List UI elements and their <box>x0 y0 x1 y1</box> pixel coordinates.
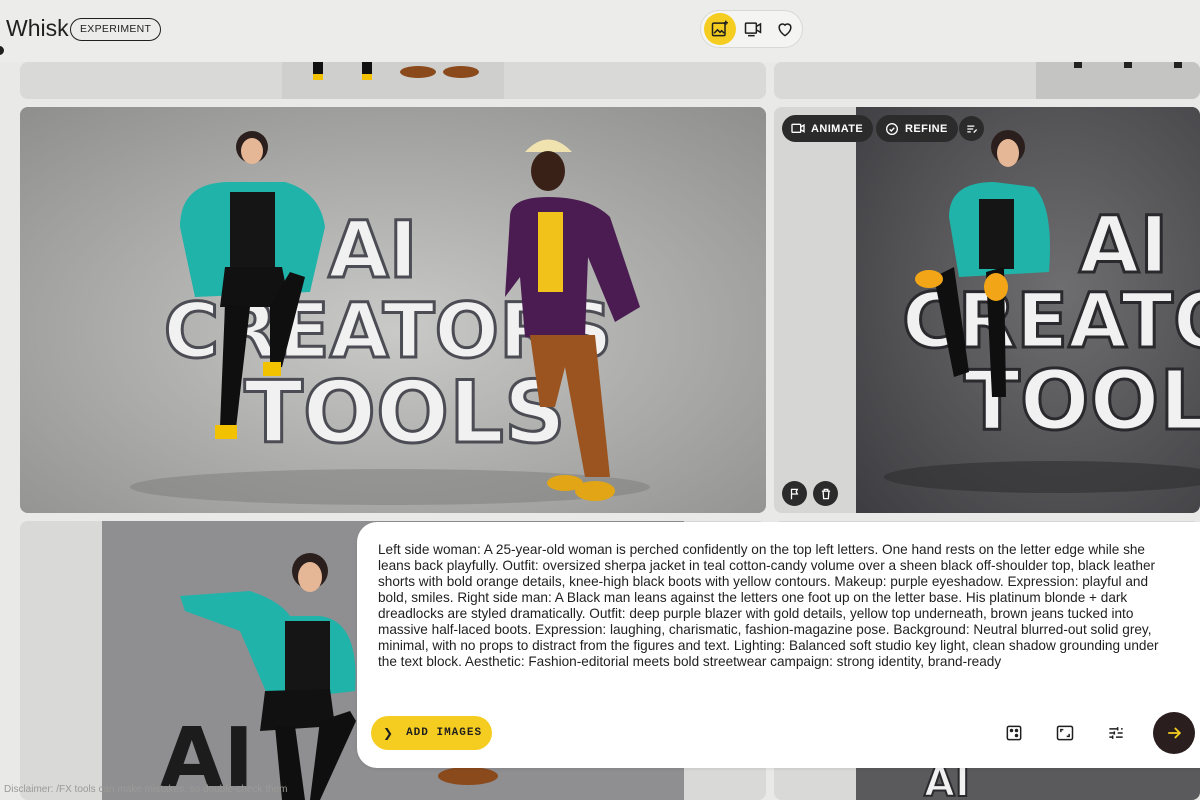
check-circle-icon <box>886 122 898 135</box>
animate-label: ANIMATE <box>811 122 864 135</box>
prompt-panel: Left side woman: A 25-year-old woman is … <box>357 522 1200 768</box>
add-images-button[interactable]: ❯ ADD IMAGES <box>371 716 492 750</box>
report-flag-button[interactable] <box>782 481 807 506</box>
aspect-ratio-button[interactable] <box>1053 721 1077 745</box>
gallery-tile-top-left[interactable] <box>20 62 766 99</box>
dice-random-icon <box>1006 725 1022 741</box>
chevron-right-icon: ❯ <box>383 726 395 740</box>
prompt-textarea[interactable]: Left side woman: A 25-year-old woman is … <box>378 542 1178 676</box>
animate-video-icon <box>744 22 761 37</box>
generated-image-top-left <box>20 62 766 99</box>
trash-icon <box>821 488 830 499</box>
aspect-ratio-icon <box>1056 725 1074 741</box>
add-images-label: ADD IMAGES <box>406 727 483 739</box>
app-logo[interactable]: Whisk <box>6 15 69 42</box>
mode-switcher <box>700 10 803 48</box>
animate-mode-button[interactable] <box>737 13 769 45</box>
headline-line-1: AI <box>328 206 417 296</box>
edit-prompt-button[interactable] <box>959 116 984 141</box>
disclaimer-text: Disclaimer: /FX tools can make mistakes,… <box>4 784 288 795</box>
top-bar: Whisk EXPERIMENT <box>0 0 1200 62</box>
heart-favorites-icon <box>778 23 792 37</box>
edit-text-icon <box>966 124 977 133</box>
gallery-tile-side[interactable]: AI CREATO TOOL ANIMATE REFINE <box>774 107 1200 513</box>
arrow-right-icon <box>1168 727 1182 739</box>
generated-image-top-right <box>774 62 1200 99</box>
refine-button[interactable]: REFINE <box>876 115 958 142</box>
headline-line-3: TOOLS <box>244 363 566 463</box>
flag-icon <box>790 488 798 499</box>
generated-image-main: AI CREATORS TOOLS <box>20 107 766 513</box>
gallery-tile-main[interactable]: AI CREATORS TOOLS <box>20 107 766 513</box>
menu-dot-icon[interactable] <box>0 46 4 55</box>
image-generate-icon <box>711 20 728 37</box>
animate-button[interactable]: ANIMATE <box>782 115 874 142</box>
image-generate-button[interactable] <box>704 13 736 45</box>
settings-sliders-icon <box>1109 727 1123 739</box>
animate-video-icon <box>791 123 805 133</box>
settings-button[interactable] <box>1104 721 1128 745</box>
randomize-button[interactable] <box>1002 721 1026 745</box>
experiment-badge: EXPERIMENT <box>70 18 162 41</box>
generated-image-side: AI CREATO TOOL <box>774 107 1200 513</box>
submit-button[interactable] <box>1153 712 1195 754</box>
delete-button[interactable] <box>813 481 838 506</box>
refine-label: REFINE <box>905 122 948 135</box>
gallery-tile-top-right[interactable] <box>774 62 1200 99</box>
favorites-button[interactable] <box>769 13 801 45</box>
